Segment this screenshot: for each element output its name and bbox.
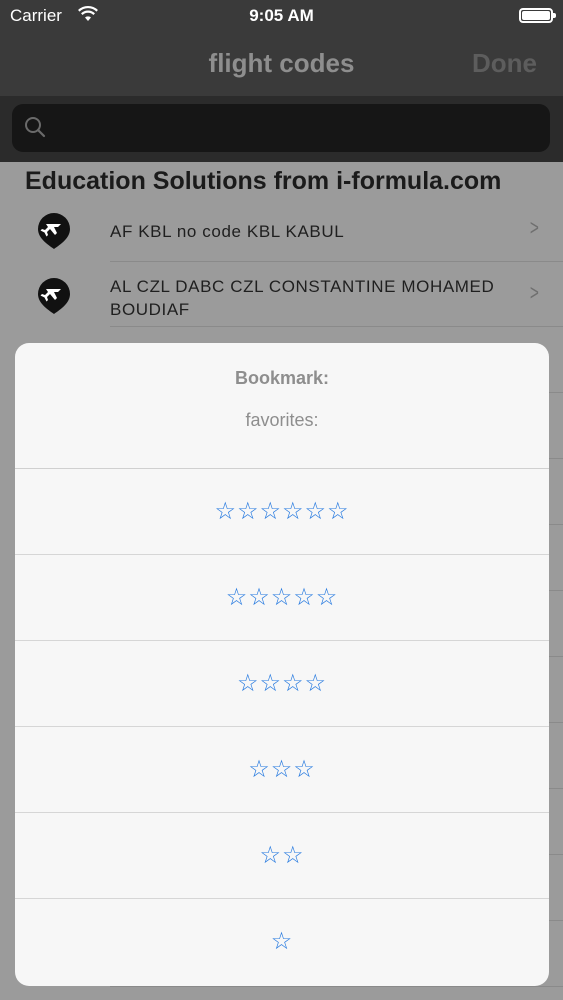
- list-item-text: AL CZL DABC CZL CONSTANTINE MOHAMED BOUD…: [110, 277, 495, 319]
- action-sheet-title: Bookmark:: [234, 368, 330, 388]
- done-button[interactable]: Done: [472, 48, 537, 79]
- bookmark-action-sheet: Bookmark: favorites: ☆☆☆☆☆☆ ☆☆☆☆☆ ☆☆☆☆ ☆…: [15, 343, 549, 986]
- search-bar: [0, 96, 563, 162]
- navigation-bar: flight codes Done: [0, 32, 563, 96]
- airplane-pin-icon: [36, 211, 72, 256]
- rating-option-1-star[interactable]: ☆: [15, 899, 549, 984]
- status-bar: Carrier 9:05 AM: [0, 0, 563, 32]
- action-sheet-subtitle: favorites:: [245, 410, 319, 430]
- battery-icon: [519, 8, 556, 23]
- search-field[interactable]: [12, 104, 550, 152]
- clock: 9:05 AM: [249, 6, 314, 25]
- search-icon: [24, 116, 46, 143]
- row-divider: [110, 986, 563, 987]
- action-sheet-header: Bookmark: favorites:: [15, 343, 549, 469]
- row-divider: [110, 326, 563, 327]
- rating-option-4-stars[interactable]: ☆☆☆☆: [15, 641, 549, 727]
- chevron-right-icon: >: [530, 280, 540, 305]
- list-item[interactable]: AL CZL DABC CZL CONSTANTINE MOHAMED BOUD…: [0, 262, 563, 326]
- section-header: Education Solutions from i-formula.com: [25, 167, 502, 195]
- list-item[interactable]: AF KBL no code KBL KABUL >: [0, 199, 563, 261]
- rating-option-2-stars[interactable]: ☆☆: [15, 813, 549, 899]
- rating-option-3-stars[interactable]: ☆☆☆: [15, 727, 549, 813]
- rating-option-5-stars[interactable]: ☆☆☆☆☆: [15, 555, 549, 641]
- rating-option-6-stars[interactable]: ☆☆☆☆☆☆: [15, 469, 549, 555]
- airplane-pin-icon: [36, 276, 72, 321]
- list-item-text: AF KBL no code KBL KABUL: [110, 222, 345, 241]
- chevron-right-icon: >: [530, 215, 540, 240]
- search-input[interactable]: [56, 114, 540, 144]
